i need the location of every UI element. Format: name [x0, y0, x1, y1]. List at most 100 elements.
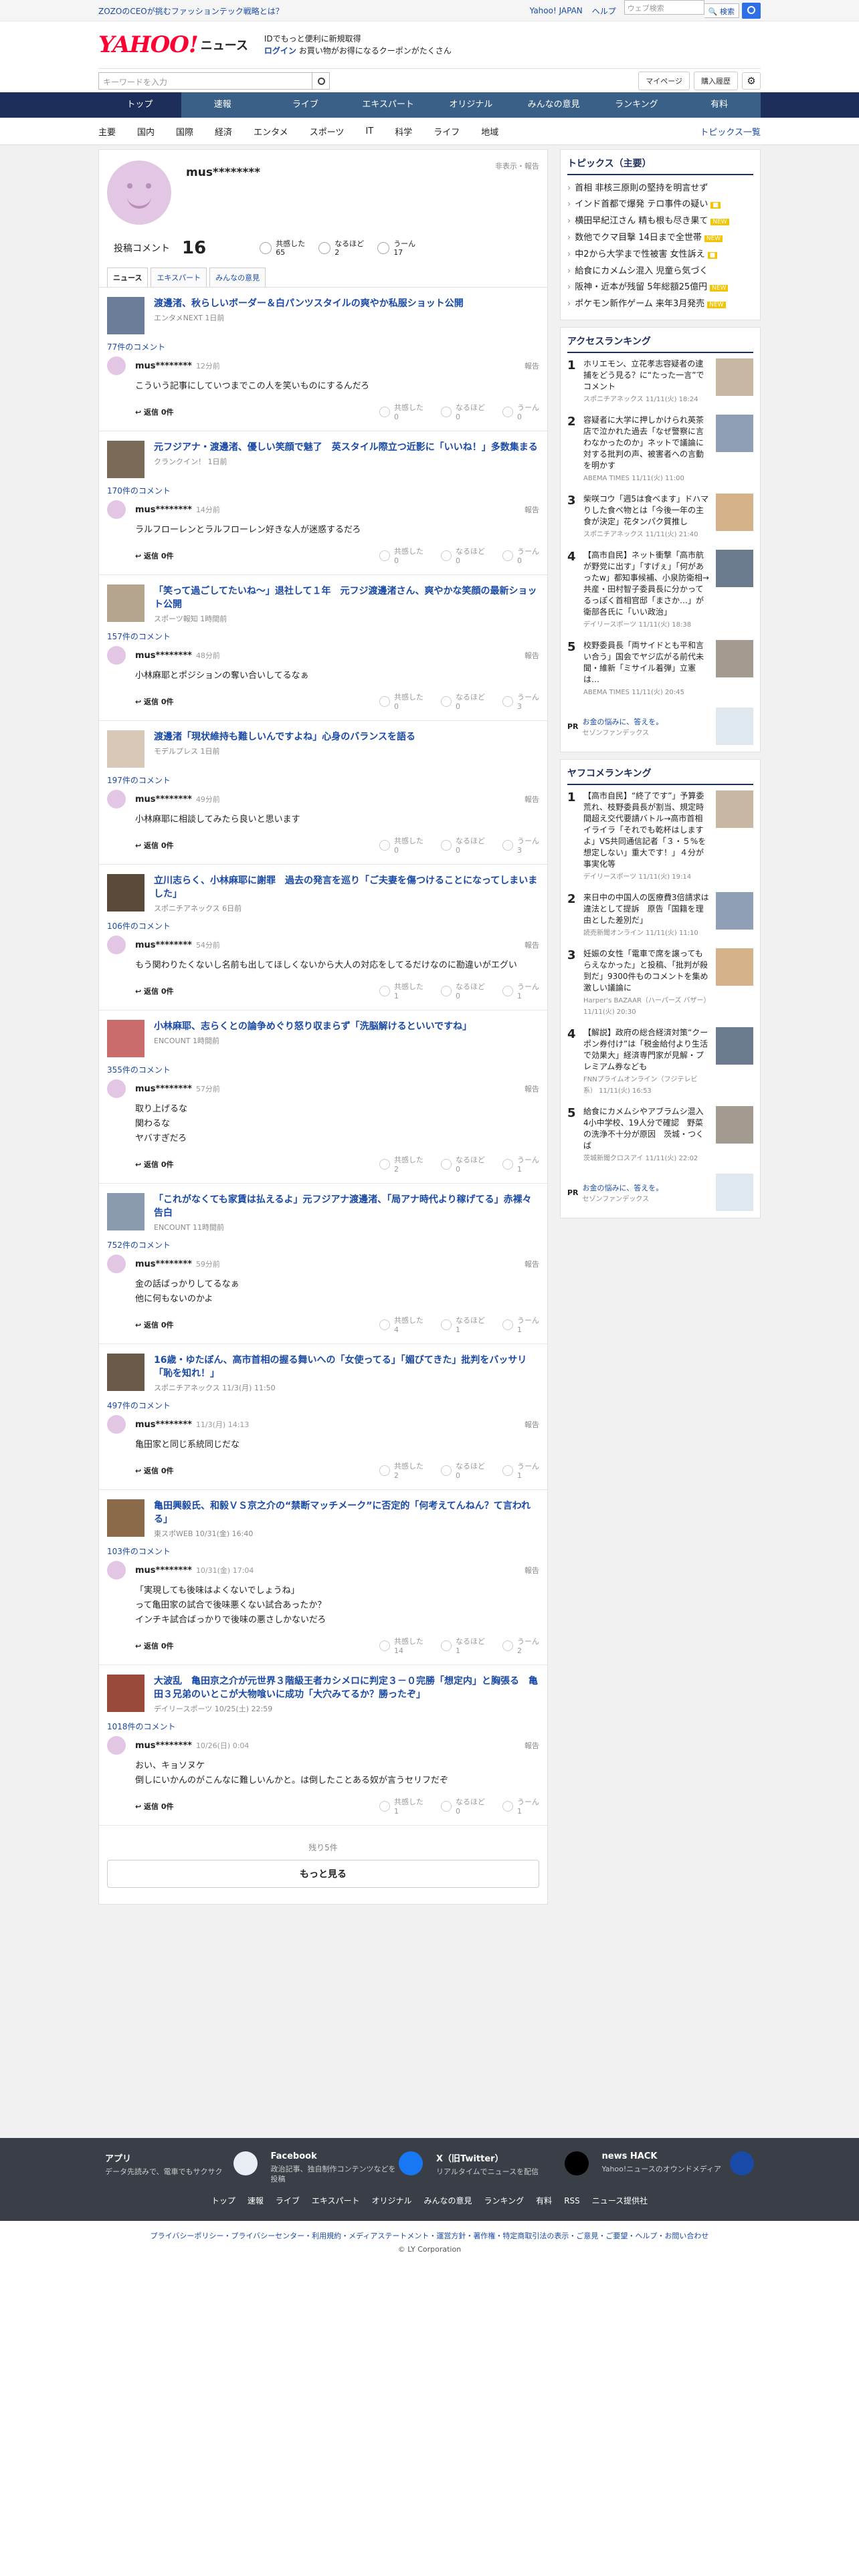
tab-item[interactable]: みんなの意見	[209, 267, 266, 287]
topic-title[interactable]: 給食にカメムシ混入 児童ら気づく	[575, 266, 708, 276]
category-item[interactable]: 国内	[137, 125, 155, 138]
report-link[interactable]: 報告	[524, 1083, 539, 1094]
footer-link[interactable]: エキスパート	[312, 2196, 360, 2206]
reaction-button[interactable]: うーん 1	[502, 1796, 539, 1816]
reaction-button[interactable]: なるほど 1	[441, 1315, 485, 1334]
report-link[interactable]: 報告	[524, 504, 539, 515]
reaction-button[interactable]: うーん 1	[502, 1315, 539, 1334]
purchase-history-button[interactable]: 購入履歴	[694, 71, 738, 90]
nav-item[interactable]: 有料	[678, 92, 761, 118]
comment-author[interactable]: mus********	[135, 1741, 192, 1751]
category-item[interactable]: 地域	[481, 125, 498, 138]
yahoo-logo[interactable]: YAHOO!	[98, 31, 199, 58]
reaction-button[interactable]: なるほど 0	[441, 691, 485, 711]
gear-icon[interactable]: ⚙	[742, 72, 761, 90]
topic-item[interactable]: インド首都で爆発 テロ事件の疑い■	[567, 197, 753, 213]
ranking-thumbnail[interactable]	[716, 358, 753, 396]
report-link[interactable]: 報告	[524, 360, 539, 371]
ranking-item[interactable]: 4 【解説】政府の総合経済対策“クーポン券付け”は「税金給付より生活で効果大」経済…	[567, 1027, 753, 1097]
reaction-button[interactable]: なるほど 0	[441, 546, 485, 565]
report-link[interactable]: 報告	[524, 1565, 539, 1576]
report-link[interactable]: 報告	[524, 794, 539, 804]
footer-link[interactable]: ランキング	[484, 2196, 524, 2206]
footer-link[interactable]: トップ	[211, 2196, 235, 2206]
ranking-title[interactable]: 妊娠の女性「電車で席を譲ってもらえなかった」と投稿、「批判が殺到だ」9300件も…	[583, 948, 710, 994]
reaction-button[interactable]: うーん 2	[502, 1636, 539, 1655]
ranking-thumbnail[interactable]	[716, 1027, 753, 1065]
reply-button[interactable]: 返信 0件	[135, 840, 174, 851]
report-link[interactable]: 報告	[524, 1259, 539, 1269]
comment-count-link[interactable]: 1018件のコメント	[107, 1721, 539, 1732]
reaction-button[interactable]: なるほど 0	[441, 981, 485, 1000]
reaction-button[interactable]: 共感した 4	[379, 1315, 423, 1334]
comment-count-link[interactable]: 497件のコメント	[107, 1400, 539, 1411]
ranking-thumbnail[interactable]	[716, 415, 753, 452]
category-item[interactable]: エンタメ	[254, 125, 288, 138]
load-more-button[interactable]: もっと見る	[107, 1860, 539, 1888]
reaction-button[interactable]: なるほど 0	[441, 1796, 485, 1816]
comment-author[interactable]: mus********	[135, 1084, 192, 1094]
footer-link[interactable]: 有料	[536, 2196, 552, 2206]
ranking-item[interactable]: 4 【高市自民】ネット衝撃「高市航が野党に出す」「すげぇ」「何があったw」都知事候…	[567, 550, 753, 631]
ranking-title[interactable]: 容疑者に大学に押しかけられ英茶店で泣かれた過去「なぜ警察に言わなかったのか」ネッ…	[583, 415, 710, 471]
ranking-item[interactable]: 1 【高市自民】“終了です”」予算委荒れ、枝野委員長が割当、規定時間超え交代要請バ…	[567, 790, 753, 883]
keyword-input[interactable]: キーワードを入力	[98, 72, 312, 90]
reaction-button[interactable]: うーん 1	[502, 1154, 539, 1174]
comment-count-link[interactable]: 355件のコメント	[107, 1064, 539, 1075]
article-title-link[interactable]: 立川志らく、小林麻耶に謝罪 過去の発言を巡り「ご夫妻を傷つけることになってしまい…	[154, 874, 539, 901]
reaction-button[interactable]: うーん 3	[502, 835, 539, 855]
reply-button[interactable]: 返信 0件	[135, 1801, 174, 1812]
topic-title[interactable]: インド首都で爆発 テロ事件の疑い	[575, 199, 708, 209]
comment-count-link[interactable]: 103件のコメント	[107, 1545, 539, 1557]
comment-author[interactable]: mus********	[135, 651, 192, 661]
reaction-button[interactable]: うーん 1	[502, 981, 539, 1000]
footer-link[interactable]: オリジナル	[372, 2196, 412, 2206]
article-title-link[interactable]: 元フジアナ・渡邊渚、優しい笑顔で魅了 英スタイル際立つ近影に「いいね！」多数集ま…	[154, 441, 538, 454]
footer-link[interactable]: ライブ	[276, 2196, 300, 2206]
category-item[interactable]: IT	[365, 126, 373, 136]
topic-title[interactable]: 阪神・近本が残留 5年総額25億円	[575, 282, 707, 292]
article-thumbnail[interactable]	[107, 584, 145, 622]
ranking-title[interactable]: 【高市自民】“終了です”」予算委荒れ、枝野委員長が割当、規定時間超え交代要請バト…	[583, 790, 710, 870]
login-link[interactable]: ログイン	[264, 46, 296, 56]
reaction-button[interactable]: なるほど 1	[441, 1636, 485, 1655]
ranking-thumbnail[interactable]	[716, 790, 753, 828]
web-search-input[interactable]: ウェブ検索	[624, 0, 704, 15]
footer-link[interactable]: ニュース提供社	[592, 2196, 648, 2206]
reaction-button[interactable]: 共感した 1	[379, 1796, 423, 1816]
article-thumbnail[interactable]	[107, 1675, 145, 1712]
article-thumbnail[interactable]	[107, 297, 145, 334]
comment-count-link[interactable]: 197件のコメント	[107, 774, 539, 786]
article-title-link[interactable]: 小林麻耶、志らくとの論争めぐり怒り収まらず「洗脳解けるといいですね」	[154, 1020, 472, 1033]
article-thumbnail[interactable]	[107, 874, 145, 911]
reply-button[interactable]: 返信 0件	[135, 696, 174, 707]
reaction-button[interactable]: 共感した 0	[379, 835, 423, 855]
ranking-item[interactable]: 2 来日中の中国人の医療費3倍請求は違法として提訴 原告「国籍を理由とした差別だ」…	[567, 892, 753, 939]
comment-count-link[interactable]: 170件のコメント	[107, 485, 539, 496]
topic-item[interactable]: 数他でクマ目撃 14日まで全世帯NEW	[567, 230, 753, 247]
article-thumbnail[interactable]	[107, 1193, 145, 1230]
comment-count-link[interactable]: 77件のコメント	[107, 341, 539, 352]
nav-item[interactable]: エキスパート	[347, 92, 430, 118]
footer-item[interactable]: Facebook 政治記事、独自制作コンテンツなどを投稿	[264, 2151, 430, 2184]
pr-ad[interactable]: PR お金の悩みに、答えを。 セゾンファンデックス	[567, 1174, 753, 1211]
topic-item[interactable]: 給食にカメムシ混入 児童ら気づく	[567, 263, 753, 280]
reaction-button[interactable]: 共感した 0	[379, 402, 423, 421]
ranking-title[interactable]: 【高市自民】ネット衝撃「高市航が野党に出す」「すげぇ」「何があったw」都知事候補…	[583, 550, 710, 618]
reply-button[interactable]: 返信 0件	[135, 1319, 174, 1330]
ranking-item[interactable]: 3 妊娠の女性「電車で席を譲ってもらえなかった」と投稿、「批判が殺到だ」9300件…	[567, 948, 753, 1018]
reaction-button[interactable]: 共感した 2	[379, 1461, 423, 1480]
reaction-button[interactable]: うーん 0	[502, 402, 539, 421]
ranking-title[interactable]: 柴咲コウ「週5は食べます」ドハマりした食べ物とは「今後一年の主食が決定」花タンパ…	[583, 494, 710, 528]
topics-list-link[interactable]: トピックス一覧	[700, 125, 761, 138]
reply-button[interactable]: 返信 0件	[135, 1159, 174, 1170]
category-item[interactable]: 国際	[176, 125, 193, 138]
article-title-link[interactable]: 亀田興毅氏、和毅ＶＳ京之介の“禁断マッチメーク”に否定的「何考えてんねん？て言わ…	[154, 1499, 539, 1526]
topic-item[interactable]: 首相 非核三原則の堅持を明言せず	[567, 181, 753, 197]
nav-item[interactable]: みんなの意見	[512, 92, 595, 118]
reaction-button[interactable]: うーん 1	[502, 1461, 539, 1480]
article-title-link[interactable]: 渡邊渚、秋らしいボーダー＆白パンツスタイルの爽やか私服ショット公開	[154, 297, 464, 310]
search-icon[interactable]	[312, 72, 330, 90]
ad-image[interactable]	[716, 1174, 753, 1211]
category-item[interactable]: スポーツ	[310, 125, 345, 138]
